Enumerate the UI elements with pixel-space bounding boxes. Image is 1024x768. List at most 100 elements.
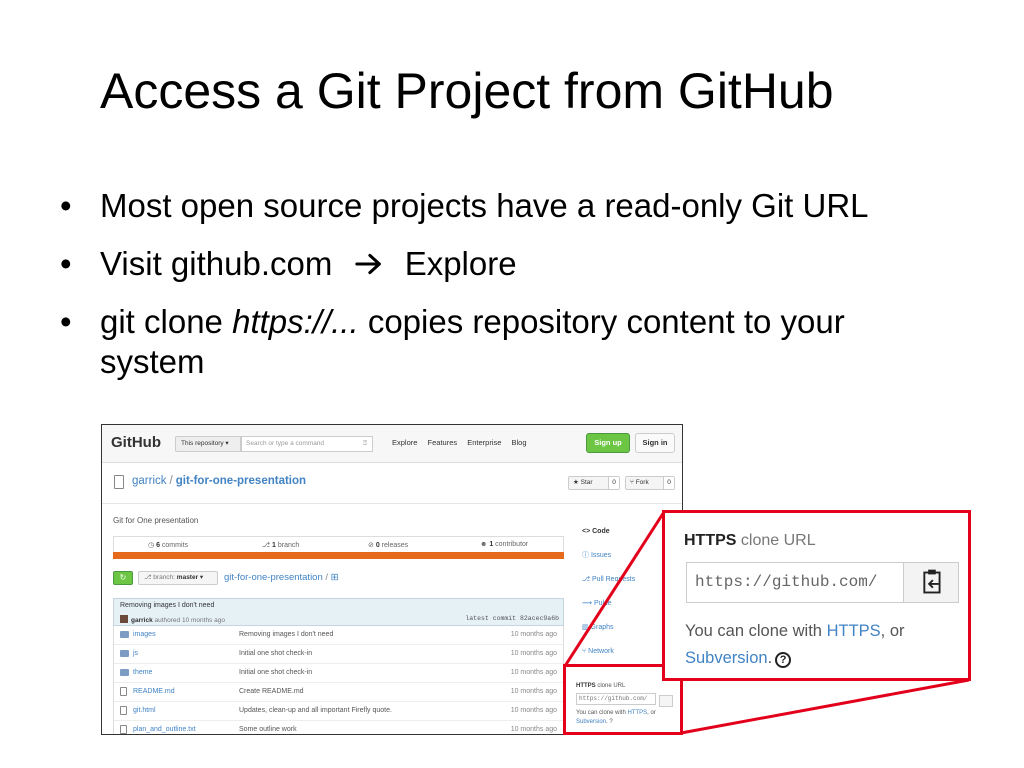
file-name[interactable]: theme [133,669,152,676]
fork-label: ⑂ Fork [630,479,649,486]
fork-button[interactable]: ⑂ Fork 0 [625,476,675,490]
file-age: 10 months ago [510,650,557,657]
file-commit-message[interactable]: Create README.md [239,688,304,695]
list-item[interactable]: js Initial one shot check-in 10 months a… [114,645,563,664]
folder-icon [120,631,129,638]
file-name[interactable]: images [133,631,156,638]
callout-url-input[interactable]: https://github.com/ [686,562,904,603]
bullet-text: git clone [100,303,233,340]
bullet-text: Visit github.com [100,245,333,282]
bullet-dot: • [60,245,72,282]
bullet-text: Most open source projects have a read-on… [100,187,869,224]
sidebar-item-pull-requests[interactable]: ⎇ Pull Requests [576,568,674,592]
folder-icon [120,669,129,676]
repo-title: garrick / git-for-one-presentation [132,475,306,487]
commit-meta: garrick authored 10 months ago [120,615,225,624]
header-nav: Explore Features Enterprise Blog [392,438,535,447]
sign-up-button[interactable]: Sign up [586,433,630,453]
star-button[interactable]: ★ Star 0 [568,476,620,490]
file-icon [120,706,127,715]
sidebar-item-issues[interactable]: ⓘ Issues [576,544,674,568]
commit-sha[interactable]: latest commit 82acec9a6b [465,615,559,622]
search-input[interactable]: Search or type a command ⍰ [241,436,373,452]
nav-explore[interactable]: Explore [392,438,417,447]
commit-author[interactable]: garrick [131,617,153,624]
star-label: ★ Star [573,479,593,486]
list-item[interactable]: plan_and_outline.txt Some outline work 1… [114,721,563,734]
nav-enterprise[interactable]: Enterprise [467,438,501,447]
file-age: 10 months ago [510,631,557,638]
contributors-link[interactable]: ☻ 1 contributor [480,541,528,548]
search-scope-dropdown[interactable]: This repository ▾ [175,436,241,452]
file-age: 10 months ago [510,669,557,676]
breadcrumb-slash: / [322,572,331,583]
repo-owner-link[interactable]: garrick [132,475,167,487]
sidebar-item-network[interactable]: ⑂ Network [576,640,674,664]
help-icon[interactable]: ? [775,652,792,668]
repo-sidebar: <> Code ⓘ Issues ⎇ Pull Requests ⟿ Pulse… [576,520,674,664]
bullet-list: • Most open source projects have a read-… [60,186,960,382]
sidebar-item-graphs[interactable]: ▥ Graphs [576,616,674,640]
file-commit-message[interactable]: Updates, clean-up and all important Fire… [239,707,392,714]
keyboard-shortcut-icon: ⍰ [363,440,367,447]
commits-link[interactable]: ◷ 6 commits [148,541,188,549]
file-name[interactable]: git.html [133,707,156,714]
list-item[interactable]: git.html Updates, clean-up and all impor… [114,702,563,721]
file-commit-message[interactable]: Removing images I don't need [239,631,333,638]
right-arrow-icon [354,253,381,275]
branch-selector[interactable]: ⎇ branch: master ▾ [138,571,218,585]
language-bar [113,552,564,559]
file-icon [120,725,127,734]
repo-separator: / [169,475,173,487]
nav-features[interactable]: Features [428,438,458,447]
callout-help-text: You can clone with HTTPS, or Subversion.? [685,622,905,668]
bullet-text: Explore [404,245,517,282]
nav-blog[interactable]: Blog [512,438,527,447]
fork-count: 0 [663,477,674,489]
repo-name-link[interactable]: git-for-one-presentation [176,475,306,487]
file-name[interactable]: plan_and_outline.txt [133,726,196,733]
latest-commit: Removing images I don't need garrick aut… [113,598,564,626]
callout-label: HTTPS clone URL [684,532,816,549]
list-item[interactable]: theme Initial one shot check-in 10 month… [114,664,563,683]
github-logo[interactable]: GitHub [111,434,161,451]
compare-button[interactable]: ↻ [113,571,133,585]
sidebar-item-pulse[interactable]: ⟿ Pulse [576,592,674,616]
bullet-text: copies repository content to your [358,303,845,340]
breadcrumb: git-for-one-presentation / ⊞ [224,572,339,583]
breadcrumb-repo-link[interactable]: git-for-one-presentation [224,572,323,583]
file-commit-message[interactable]: Initial one shot check-in [239,669,312,676]
file-age: 10 months ago [510,726,557,733]
branches-link[interactable]: ⎇ 1 branch [262,541,299,549]
sidebar-item-code[interactable]: <> Code [576,520,674,544]
new-file-icon[interactable]: ⊞ [331,572,339,583]
bullet-text: system [100,343,205,380]
list-item[interactable]: README.md Create README.md 10 months ago [114,683,563,702]
repo-description: Git for One presentation [113,516,199,525]
bullet-item: • Most open source projects have a read-… [60,186,960,226]
sign-in-button[interactable]: Sign in [635,433,675,453]
bullet-dot: • [60,303,72,340]
commit-message[interactable]: Removing images I don't need [120,602,214,609]
file-name[interactable]: js [133,650,138,657]
bullet-item: • git clone https://... copies repositor… [60,302,960,382]
repo-stats-bar: ◷ 6 commits ⎇ 1 branch ⊘ 0 releases ☻ 1 … [113,536,564,552]
commit-when: authored 10 months ago [152,617,225,624]
file-icon [120,687,127,696]
file-commit-message[interactable]: Some outline work [239,726,297,733]
slide-title: Access a Git Project from GitHub [100,63,834,119]
bullet-item: • Visit github.com Explore [60,244,960,284]
branch-row: ↻ ⎇ branch: master ▾ git-for-one-present… [113,571,564,587]
subversion-link[interactable]: Subversion [685,649,768,667]
bullet-url-italic: https://... [232,303,359,340]
https-link[interactable]: HTTPS [827,622,881,640]
file-age: 10 months ago [510,688,557,695]
clipboard-icon[interactable] [903,562,959,603]
file-commit-message[interactable]: Initial one shot check-in [239,650,312,657]
releases-link[interactable]: ⊘ 0 releases [368,541,408,549]
list-item[interactable]: images Removing images I don't need 10 m… [114,626,563,645]
file-name[interactable]: README.md [133,688,175,695]
repo-header: garrick / git-for-one-presentation ★ Star … [102,463,682,504]
folder-icon [120,650,129,657]
bullet-dot: • [60,187,72,224]
